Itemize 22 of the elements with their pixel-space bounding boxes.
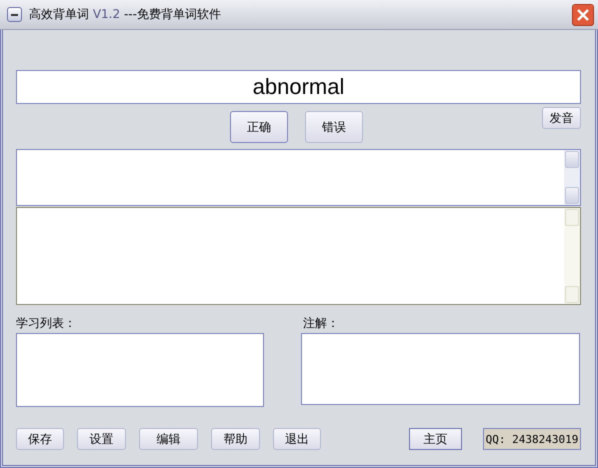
toolbar-button[interactable]: 设置 <box>77 428 126 450</box>
qq-label: QQ: 2438243019 <box>483 428 581 450</box>
toolbar-button[interactable]: 帮助 <box>211 428 260 450</box>
toolbar-button[interactable]: 退出 <box>273 428 321 450</box>
text-area[interactable] <box>16 149 581 206</box>
scrollbar[interactable] <box>564 150 580 205</box>
field-label: 学习列表： <box>16 316 77 332</box>
menu-icon[interactable] <box>7 7 22 22</box>
field-label: 注解： <box>302 316 340 332</box>
toolbar-button[interactable]: 编辑 <box>139 428 198 450</box>
close-icon[interactable] <box>572 4 594 26</box>
word-field[interactable]: abnormal <box>16 70 581 104</box>
scrollbar[interactable] <box>564 208 580 304</box>
home-button[interactable]: 主页 <box>409 428 462 450</box>
answer-button[interactable]: 错误 <box>305 111 363 143</box>
answer-button[interactable]: 正确 <box>230 111 288 143</box>
pronounce-button[interactable]: 发音 <box>542 107 581 129</box>
toolbar-button[interactable]: 保存 <box>16 428 64 450</box>
study-list[interactable] <box>16 333 264 407</box>
window-title: 高效背单词 V1.2 ---免费背单词软件 <box>29 6 221 23</box>
notes-area[interactable] <box>301 333 580 405</box>
text-area[interactable] <box>16 207 581 305</box>
